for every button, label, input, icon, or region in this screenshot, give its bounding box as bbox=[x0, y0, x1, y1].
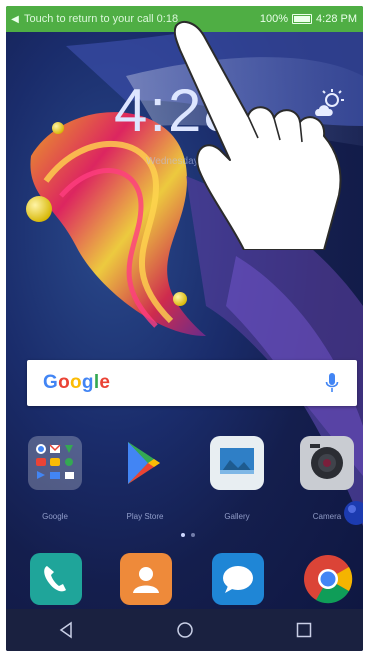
google-letter: g bbox=[81, 372, 94, 393]
google-folder-icon[interactable] bbox=[28, 436, 82, 490]
google-logo: Google bbox=[43, 372, 110, 394]
app-label-camera: Camera bbox=[312, 512, 342, 521]
gallery-icon[interactable] bbox=[210, 436, 264, 490]
app-label-google: Google bbox=[42, 512, 68, 521]
google-letter: o bbox=[58, 372, 70, 393]
app-label-gallery: Gallery bbox=[224, 512, 250, 521]
messages-icon[interactable] bbox=[212, 553, 264, 605]
phone-screen: ◀ Touch to return to your call 0:18 100%… bbox=[6, 6, 363, 651]
home-icon[interactable] bbox=[176, 621, 194, 639]
page-dot bbox=[181, 533, 185, 537]
phone-icon[interactable] bbox=[30, 553, 82, 605]
page-indicator bbox=[181, 533, 195, 537]
app-label-play-store: Play Store bbox=[126, 512, 164, 521]
page-dot bbox=[191, 533, 195, 537]
pointing-hand-icon bbox=[174, 20, 342, 250]
play-store-icon[interactable] bbox=[118, 436, 172, 490]
contacts-icon[interactable] bbox=[120, 553, 172, 605]
google-letter: e bbox=[99, 372, 111, 393]
recents-icon[interactable] bbox=[295, 621, 313, 639]
return-arrow-icon[interactable]: ◀ bbox=[6, 14, 24, 25]
google-letter: G bbox=[43, 372, 59, 393]
google-letter: o bbox=[70, 372, 82, 393]
google-search-bar[interactable]: Google bbox=[27, 360, 357, 406]
microphone-icon[interactable] bbox=[325, 372, 339, 394]
camera-icon[interactable] bbox=[300, 436, 354, 490]
back-icon[interactable] bbox=[57, 621, 75, 639]
navigation-bar bbox=[6, 609, 363, 651]
chrome-icon[interactable] bbox=[302, 553, 354, 605]
